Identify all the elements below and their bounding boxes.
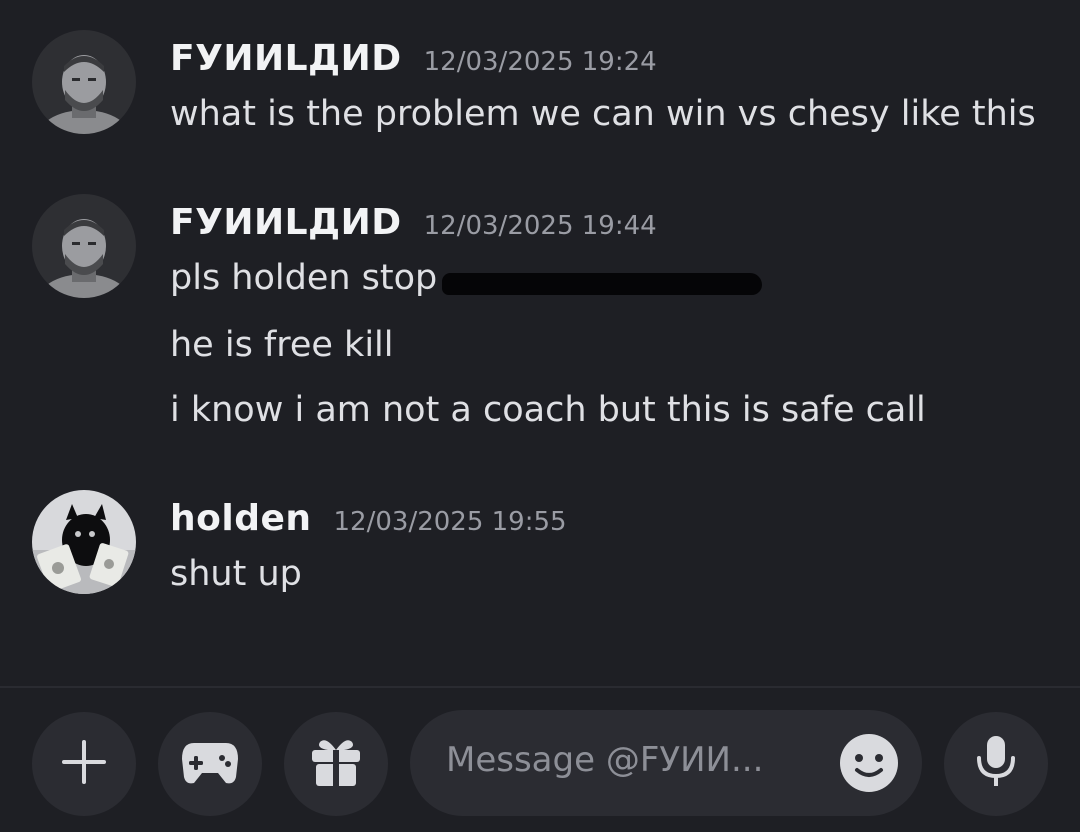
- timestamp: 12/03/2025 19:55: [333, 507, 567, 537]
- message-text: shut up: [170, 554, 302, 594]
- activities-button[interactable]: [158, 712, 262, 816]
- message-input[interactable]: Message @FУИИ...: [410, 710, 922, 816]
- gift-icon: [308, 734, 364, 794]
- avatar[interactable]: [32, 490, 136, 594]
- message-placeholder: Message @FУИИ...: [446, 740, 764, 780]
- chat-log: FУИИLДИD 12/03/2025 19:24 what is the pr…: [0, 0, 1080, 686]
- username[interactable]: holden: [170, 498, 312, 539]
- message-header: FУИИLДИD 12/03/2025 19:24: [170, 38, 657, 79]
- message-header: holden 12/03/2025 19:55: [170, 498, 567, 539]
- message-text: he is free kill: [170, 325, 394, 365]
- timestamp: 12/03/2025 19:24: [423, 47, 657, 77]
- message-composer: Message @FУИИ...: [0, 688, 1080, 832]
- avatar[interactable]: [32, 194, 136, 298]
- username[interactable]: FУИИLДИD: [170, 38, 402, 79]
- smiley-icon: [838, 734, 900, 798]
- microphone-icon: [972, 734, 1020, 794]
- avatar[interactable]: [32, 30, 136, 134]
- timestamp: 12/03/2025 19:44: [423, 211, 657, 241]
- message-text: pls holden stop: [170, 258, 438, 298]
- gift-button[interactable]: [284, 712, 388, 816]
- voice-message-button[interactable]: [944, 712, 1048, 816]
- message-text: i know i am not a coach but this is safe…: [170, 390, 926, 430]
- username[interactable]: FУИИLДИD: [170, 202, 402, 243]
- gamepad-icon: [180, 737, 240, 791]
- plus-icon: [58, 736, 110, 792]
- message-text: what is the problem we can win vs chesy …: [170, 94, 1036, 134]
- redaction-mark: [442, 273, 762, 295]
- message-header: FУИИLДИD 12/03/2025 19:44: [170, 202, 657, 243]
- add-button[interactable]: [32, 712, 136, 816]
- emoji-button[interactable]: [838, 732, 900, 794]
